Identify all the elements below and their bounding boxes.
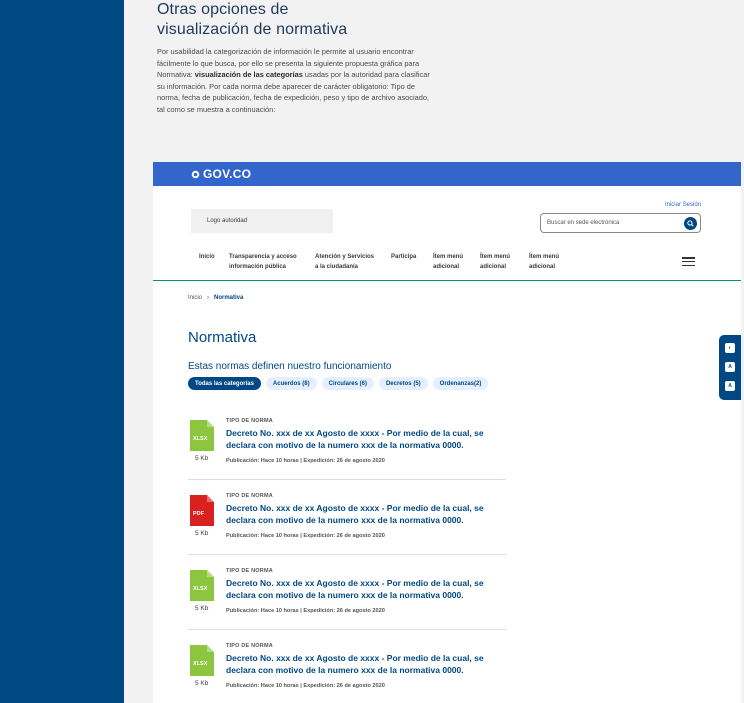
intro-title-line1: Otras opciones de xyxy=(157,1,289,18)
nav-item-adicional-3[interactable]: Ítem menú adicional xyxy=(529,252,559,272)
intro-title: Otras opciones de visualización de norma… xyxy=(157,0,437,40)
nav-item-label: Atención y Servicios xyxy=(315,254,375,260)
nav-item-inicio[interactable]: Inicio xyxy=(199,252,215,262)
login-link[interactable]: Iniciar Sesión xyxy=(665,202,701,208)
breadcrumb-current: Normativa xyxy=(214,295,244,301)
norm-item: PDF 5 Kb TIPO DE NORMA Decreto No. xxx d… xyxy=(188,493,506,555)
chip-decretos[interactable]: Decretos (5) xyxy=(378,377,428,390)
site-header: Logo autoridad Iniciar Sesión Buscar en … xyxy=(153,186,741,244)
xlsx-file-icon[interactable]: XLSX xyxy=(190,420,214,451)
norm-meta: Publicación: Hace 10 horas | Expedición:… xyxy=(226,608,385,614)
colombia-emblem-icon xyxy=(191,170,200,178)
nav-item-label-2: adicional xyxy=(480,264,507,270)
file-type-label: PDF xyxy=(193,511,205,517)
norm-type: TIPO DE NORMA xyxy=(226,493,273,499)
category-filter: Todas las categorías Acuerdos (8) Circul… xyxy=(188,377,489,390)
norm-meta: Publicación: Hace 10 horas | Expedición:… xyxy=(226,683,385,689)
breadcrumb-separator: › xyxy=(207,295,210,301)
norm-title-link[interactable]: Decreto No. xxx de xx Agosto de xxxx - P… xyxy=(226,577,506,601)
text-smaller-icon[interactable]: A xyxy=(725,362,735,372)
nav-item-label-2: a la ciudadanía xyxy=(315,264,359,270)
nav-item-label: Transparencia y acceso xyxy=(229,254,297,260)
search-input[interactable]: Buscar en sede electrónica xyxy=(540,213,701,233)
nav-item-atencion[interactable]: Atención y Servicios a la ciudadanía xyxy=(315,252,374,272)
file-size: 5 Kb xyxy=(195,530,209,537)
nav-item-adicional-2[interactable]: Ítem menú adicional xyxy=(480,252,510,272)
menu-icon[interactable] xyxy=(682,257,695,268)
gov-logo[interactable]: GOV.CO xyxy=(191,167,251,181)
nav-item-participa[interactable]: Participa xyxy=(391,252,416,262)
xlsx-file-icon[interactable]: XLSX xyxy=(190,570,214,601)
norm-title-link[interactable]: Decreto No. xxx de xx Agosto de xxxx - P… xyxy=(226,502,506,526)
norm-meta: Publicación: Hace 10 horas | Expedición:… xyxy=(226,533,385,539)
contrast-icon[interactable]: ◐ xyxy=(725,343,735,353)
page-title: Normativa xyxy=(188,329,257,346)
intro-section: Otras opciones de visualización de norma… xyxy=(157,0,437,115)
authority-logo-placeholder[interactable]: Logo autoridad xyxy=(191,209,333,233)
xlsx-file-icon[interactable]: XLSX xyxy=(190,645,214,676)
nav-item-label: Ítem menú xyxy=(480,254,511,260)
intro-title-line2: visualización de normativa xyxy=(157,21,348,38)
file-type-label: XLSX xyxy=(193,436,208,442)
gov-brand: GOV.CO xyxy=(203,167,252,181)
search-button[interactable] xyxy=(684,217,697,230)
file-type-label: XLSX xyxy=(193,586,208,592)
norm-type: TIPO DE NORMA xyxy=(226,568,273,574)
norm-type: TIPO DE NORMA xyxy=(226,643,273,649)
file-type-label: XLSX xyxy=(193,661,208,667)
file-size: 5 Kb xyxy=(195,605,209,612)
nav-item-transparencia[interactable]: Transparencia y acceso información públi… xyxy=(229,252,297,272)
norm-type: TIPO DE NORMA xyxy=(226,418,273,424)
file-size: 5 Kb xyxy=(195,455,209,462)
search-icon xyxy=(687,220,694,227)
breadcrumb-home[interactable]: Inicio xyxy=(188,295,202,301)
nav-item-label: Inicio xyxy=(199,254,215,260)
text-larger-icon[interactable]: A xyxy=(725,381,735,391)
main-nav: Inicio Transparencia y acceso informació… xyxy=(153,244,741,281)
norm-item: XLSX 5 Kb TIPO DE NORMA Decreto No. xxx … xyxy=(188,418,506,480)
norm-item: XLSX 5 Kb TIPO DE NORMA Decreto No. xxx … xyxy=(188,643,506,703)
side-band xyxy=(0,0,124,703)
pdf-file-icon[interactable]: PDF xyxy=(190,495,214,526)
gov-top-bar: GOV.CO xyxy=(153,162,741,186)
nav-item-label-2: adicional xyxy=(529,264,556,270)
breadcrumb: Inicio › Normativa xyxy=(188,295,243,301)
norm-meta: Publicación: Hace 10 horas | Expedición:… xyxy=(226,458,385,464)
file-size: 5 Kb xyxy=(195,680,209,687)
norm-title-link[interactable]: Decreto No. xxx de xx Agosto de xxxx - P… xyxy=(226,427,506,451)
intro-body: Por usabilidad la categorización de info… xyxy=(157,46,437,115)
site-mockup: GOV.CO Logo autoridad Iniciar Sesión Bus… xyxy=(153,162,741,703)
chip-circulares[interactable]: Circulares (6) xyxy=(321,377,374,390)
accessibility-bar: ◐ A A xyxy=(719,335,741,400)
chip-all-categories[interactable]: Todas las categorías xyxy=(188,377,261,390)
chip-ordenanzas[interactable]: Ordenanzas(2) xyxy=(432,377,489,390)
nav-item-label: Ítem menú xyxy=(433,254,464,260)
nav-item-label: Participa xyxy=(391,254,417,260)
page-subtitle: Estas normas definen nuestro funcionamie… xyxy=(188,361,392,372)
chip-acuerdos[interactable]: Acuerdos (8) xyxy=(265,377,317,390)
norm-title-link[interactable]: Decreto No. xxx de xx Agosto de xxxx - P… xyxy=(226,652,506,676)
intro-body-bold: visualización de las categorías xyxy=(194,70,303,79)
nav-item-label: Ítem menú xyxy=(529,254,560,260)
nav-item-label-2: adicional xyxy=(433,264,460,270)
nav-item-label-2: información pública xyxy=(229,264,287,270)
search-placeholder: Buscar en sede electrónica xyxy=(547,220,620,226)
norm-item: XLSX 5 Kb TIPO DE NORMA Decreto No. xxx … xyxy=(188,568,506,630)
nav-item-adicional-1[interactable]: Ítem menú adicional xyxy=(433,252,463,272)
